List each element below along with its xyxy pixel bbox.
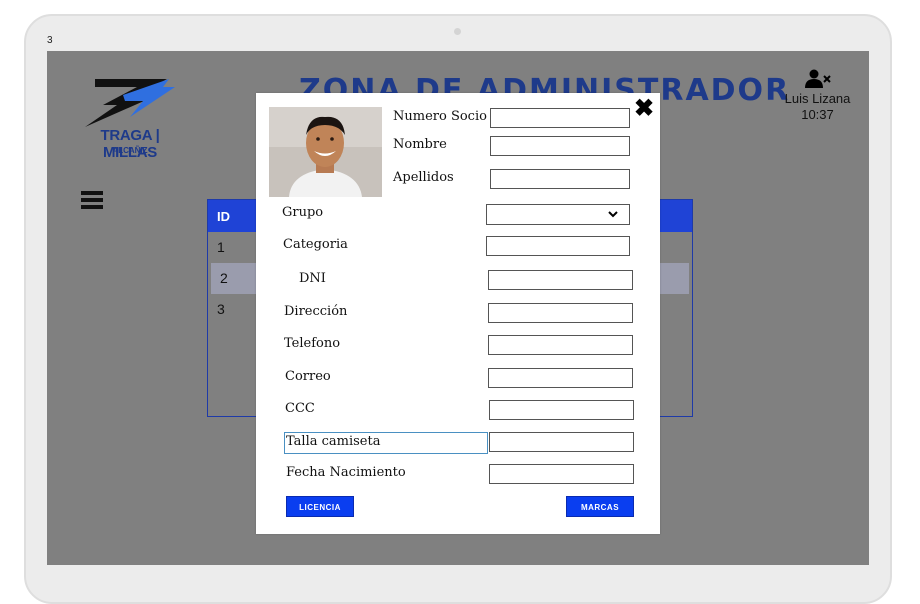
logo-bolt-icon [85, 79, 175, 127]
fecha-nacimiento-input[interactable] [489, 464, 634, 484]
label-talla-camiseta: Talla camiseta [284, 432, 488, 454]
hamburger-icon[interactable] [81, 191, 103, 209]
nombre-input[interactable] [490, 136, 630, 156]
label-telefono: Telefono [284, 336, 341, 351]
label-dni: DNI [299, 271, 326, 286]
user-remove-icon[interactable] [804, 69, 831, 89]
member-photo [269, 107, 382, 197]
member-detail-modal: ✖ Numero Socio Nombre Apellidos Grupo Ca… [256, 93, 660, 534]
user-box: Luis Lizana 10:37 [775, 69, 860, 123]
talla-camiseta-input[interactable] [489, 432, 634, 452]
close-icon[interactable]: ✖ [632, 97, 656, 121]
label-ccc: CCC [285, 401, 315, 416]
numero-socio-input[interactable] [490, 108, 630, 128]
grupo-select[interactable] [486, 204, 630, 225]
dni-input[interactable] [488, 270, 633, 290]
logo: TRAGA | MILLAS ALCAÑIZ [75, 77, 185, 161]
marcas-button[interactable]: MARCAS [566, 496, 634, 517]
apellidos-input[interactable] [490, 169, 630, 189]
label-fecha-nacimiento: Fecha Nacimiento [286, 465, 406, 480]
label-apellidos: Apellidos [393, 170, 454, 185]
label-nombre: Nombre [393, 137, 447, 152]
chevron-down-icon [608, 211, 618, 218]
logo-text: TRAGA | MILLAS [100, 127, 160, 161]
user-name: Luis Lizana [784, 91, 851, 106]
camera-dot [454, 28, 461, 35]
telefono-input[interactable] [488, 335, 633, 355]
correo-input[interactable] [488, 368, 633, 388]
ccc-input[interactable] [489, 400, 634, 420]
direccion-input[interactable] [488, 303, 633, 323]
logo-subtitle: ALCAÑIZ [112, 146, 148, 155]
licencia-button[interactable]: LICENCIA [286, 496, 354, 517]
corner-number: 3 [47, 35, 53, 46]
label-numero-socio: Numero Socio [393, 109, 487, 124]
label-categoria: Categoria [283, 237, 348, 252]
categoria-input[interactable] [486, 236, 630, 256]
clock-time: 10:37 [801, 107, 834, 122]
label-grupo: Grupo [282, 205, 324, 220]
label-correo: Correo [285, 369, 331, 384]
label-direccion: Dirección [284, 304, 348, 319]
